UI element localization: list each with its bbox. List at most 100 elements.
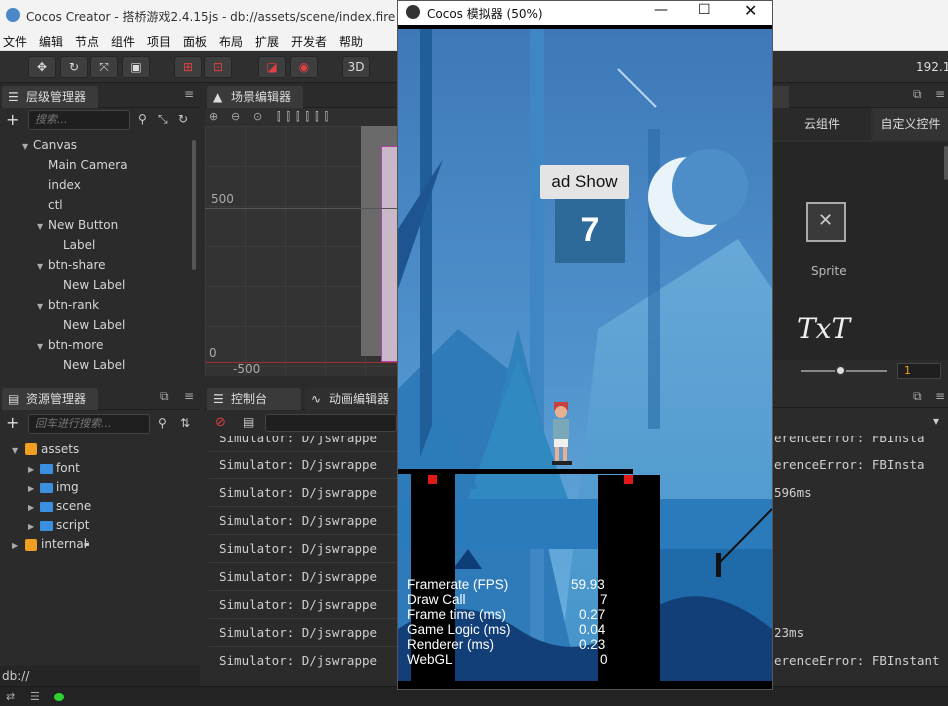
scale-tool-button[interactable]: ⤧ [90, 56, 118, 78]
ip-address: 192.16 [916, 60, 948, 74]
move-tool-button[interactable]: ✥ [28, 56, 56, 78]
menu-layout[interactable]: 布局 [219, 33, 243, 50]
sprite-icon[interactable]: ✕ [806, 202, 846, 242]
maximize-panel-icon[interactable]: ⧉ [913, 87, 922, 102]
console-line: Simulator: D/jswrappe [219, 485, 378, 500]
tree-node-btn-share[interactable]: btn-share [48, 258, 106, 272]
tab-cloud-components[interactable]: 云组件 [773, 108, 871, 140]
add-node-icon[interactable]: + [6, 110, 19, 129]
maximize-panel-icon[interactable]: ⧉ [160, 389, 169, 404]
menu-extension[interactable]: 扩展 [255, 33, 279, 50]
menu-help[interactable]: 帮助 [339, 33, 363, 50]
asset-folder-img[interactable]: img [56, 480, 79, 494]
asset-folder-scene[interactable]: scene [56, 499, 91, 513]
tab-console[interactable]: ☰ 控制台 [207, 388, 301, 410]
asset-internal[interactable]: internal [41, 537, 87, 551]
asset-folder-script[interactable]: script [56, 518, 89, 532]
3d-toggle-button[interactable]: 3D [342, 56, 370, 78]
console-line: Simulator: D/jswrappe [219, 541, 378, 556]
library-scrollbar[interactable] [944, 146, 948, 180]
folder-panel-icon: ▤ [8, 392, 20, 406]
ruler-label-neg500: -500 [233, 362, 261, 376]
asset-assets[interactable]: assets [41, 442, 79, 456]
tree-node-new-label[interactable]: New Label [63, 358, 125, 372]
tab-animation-editor[interactable]: ∿ 动画编辑器 [305, 388, 397, 410]
zoom-reset-icon[interactable]: ⊙ [253, 110, 262, 123]
stat-value: 0.23 [579, 637, 606, 652]
richtext-icon[interactable]: TxT [797, 312, 850, 345]
menu-edit[interactable]: 编辑 [39, 33, 63, 50]
add-asset-icon[interactable]: + [6, 413, 19, 432]
rotate-tool-button[interactable]: ↻ [60, 56, 88, 78]
tree-node-new-label[interactable]: New Label [63, 318, 125, 332]
refresh-icon[interactable]: ↻ [178, 112, 188, 126]
folder-icon [40, 483, 53, 493]
sort-icon[interactable]: ⇅ [180, 416, 190, 430]
assets-search-input[interactable]: 回车进行搜索... [28, 414, 150, 434]
dropdown-icon[interactable]: ▾ [933, 414, 939, 428]
menu-project[interactable]: 项目 [147, 33, 171, 50]
assets-header: ▤ 资源管理器 ⧉ ≡ [0, 386, 200, 410]
align-icons[interactable]: ⫿⫿⫿⫿⫿⫿ [277, 110, 334, 124]
open-log-icon[interactable]: ▤ [243, 415, 254, 429]
close-icon[interactable]: ✕ [744, 1, 757, 20]
assets-footer: db:// [0, 666, 200, 686]
maximize-panel-icon[interactable]: ⧉ [913, 389, 922, 404]
tree-node-btn-rank[interactable]: btn-rank [48, 298, 99, 312]
search-icon[interactable]: ⚲ [138, 112, 147, 126]
hierarchy-search-input[interactable]: 搜索... [28, 110, 130, 130]
sync-icon[interactable]: ⇄ [6, 690, 15, 703]
menu-panel[interactable]: 面板 [183, 33, 207, 50]
tree-node-index[interactable]: index [48, 178, 81, 192]
console-filter-input[interactable] [265, 414, 397, 432]
menu-component[interactable]: 组件 [111, 33, 135, 50]
stat-name: Renderer (ms) [407, 637, 495, 652]
clear-console-icon[interactable]: ⊘ [215, 415, 226, 430]
pivot-button[interactable]: ⊞ [174, 56, 202, 78]
tree-node-ctl[interactable]: ctl [48, 198, 63, 212]
folder-icon [40, 521, 53, 531]
hierarchy-scrollbar[interactable] [192, 140, 196, 270]
snap-button[interactable]: ◪ [258, 56, 286, 78]
simulator-window: Cocos 模拟器 (50%) — ☐ ✕ ad Show 7 Framerat… [397, 0, 773, 690]
game-canvas[interactable]: ad Show 7 Framerate (FPS) 59.93 Draw Cal… [398, 29, 772, 681]
database-icon[interactable]: ☰ [30, 690, 40, 703]
console-line: Simulator: D/jswrappe [219, 569, 378, 584]
tree-node-btn-more[interactable]: btn-more [48, 338, 103, 352]
tree-node-label[interactable]: Label [63, 238, 95, 252]
ad-show-button[interactable]: ad Show [540, 165, 629, 199]
console-header: ☰ 控制台 ∿ 动画编辑器 [205, 386, 397, 410]
tab-hierarchy[interactable]: ☰ 层级管理器 [2, 86, 98, 108]
collapse-icon[interactable]: ⤡ [158, 112, 168, 127]
minimize-icon[interactable]: — [654, 2, 668, 18]
tab-assets[interactable]: ▤ 资源管理器 [2, 388, 98, 410]
panel-menu-icon[interactable]: ≡ [935, 87, 945, 101]
global-button[interactable]: ⊡ [204, 56, 232, 78]
lock-icon: 🔒︎ [84, 538, 90, 549]
tree-node-main-camera[interactable]: Main Camera [48, 158, 128, 172]
scene-viewport[interactable]: 500 0 -500 [205, 126, 397, 376]
panel-menu-icon[interactable]: ≡ [184, 389, 194, 403]
tree-node-canvas[interactable]: Canvas [33, 138, 77, 152]
rotate-icon: ↻ [68, 60, 80, 74]
gizmo-button[interactable]: ◉ [290, 56, 318, 78]
scene-editor-header: ▲ 场景编辑器 [205, 84, 400, 108]
tab-scene-editor[interactable]: ▲ 场景编辑器 [207, 86, 303, 108]
zoom-in-icon[interactable]: ⊕ [209, 110, 218, 123]
zoom-value-input[interactable]: 1 [897, 363, 941, 379]
tree-node-new-label[interactable]: New Label [63, 278, 125, 292]
menu-node[interactable]: 节点 [75, 33, 99, 50]
panel-menu-icon[interactable]: ≡ [184, 87, 194, 101]
tab-custom-controls[interactable]: 自定义控件 [873, 108, 948, 140]
panel-menu-icon[interactable]: ≡ [935, 389, 945, 403]
search-icon[interactable]: ⚲ [158, 416, 167, 430]
asset-folder-font[interactable]: font [56, 461, 80, 475]
menu-file[interactable]: 文件 [3, 33, 27, 50]
tree-node-new-button[interactable]: New Button [48, 218, 118, 232]
zoom-slider-handle[interactable] [835, 365, 846, 376]
maximize-icon[interactable]: ☐ [698, 2, 711, 18]
zoom-out-icon[interactable]: ⊖ [231, 110, 240, 123]
window-title: Cocos Creator - 搭桥游戏2.4.15js - db://asse… [26, 10, 396, 24]
rect-tool-button[interactable]: ▣ [122, 56, 150, 78]
menu-developer[interactable]: 开发者 [291, 33, 327, 50]
